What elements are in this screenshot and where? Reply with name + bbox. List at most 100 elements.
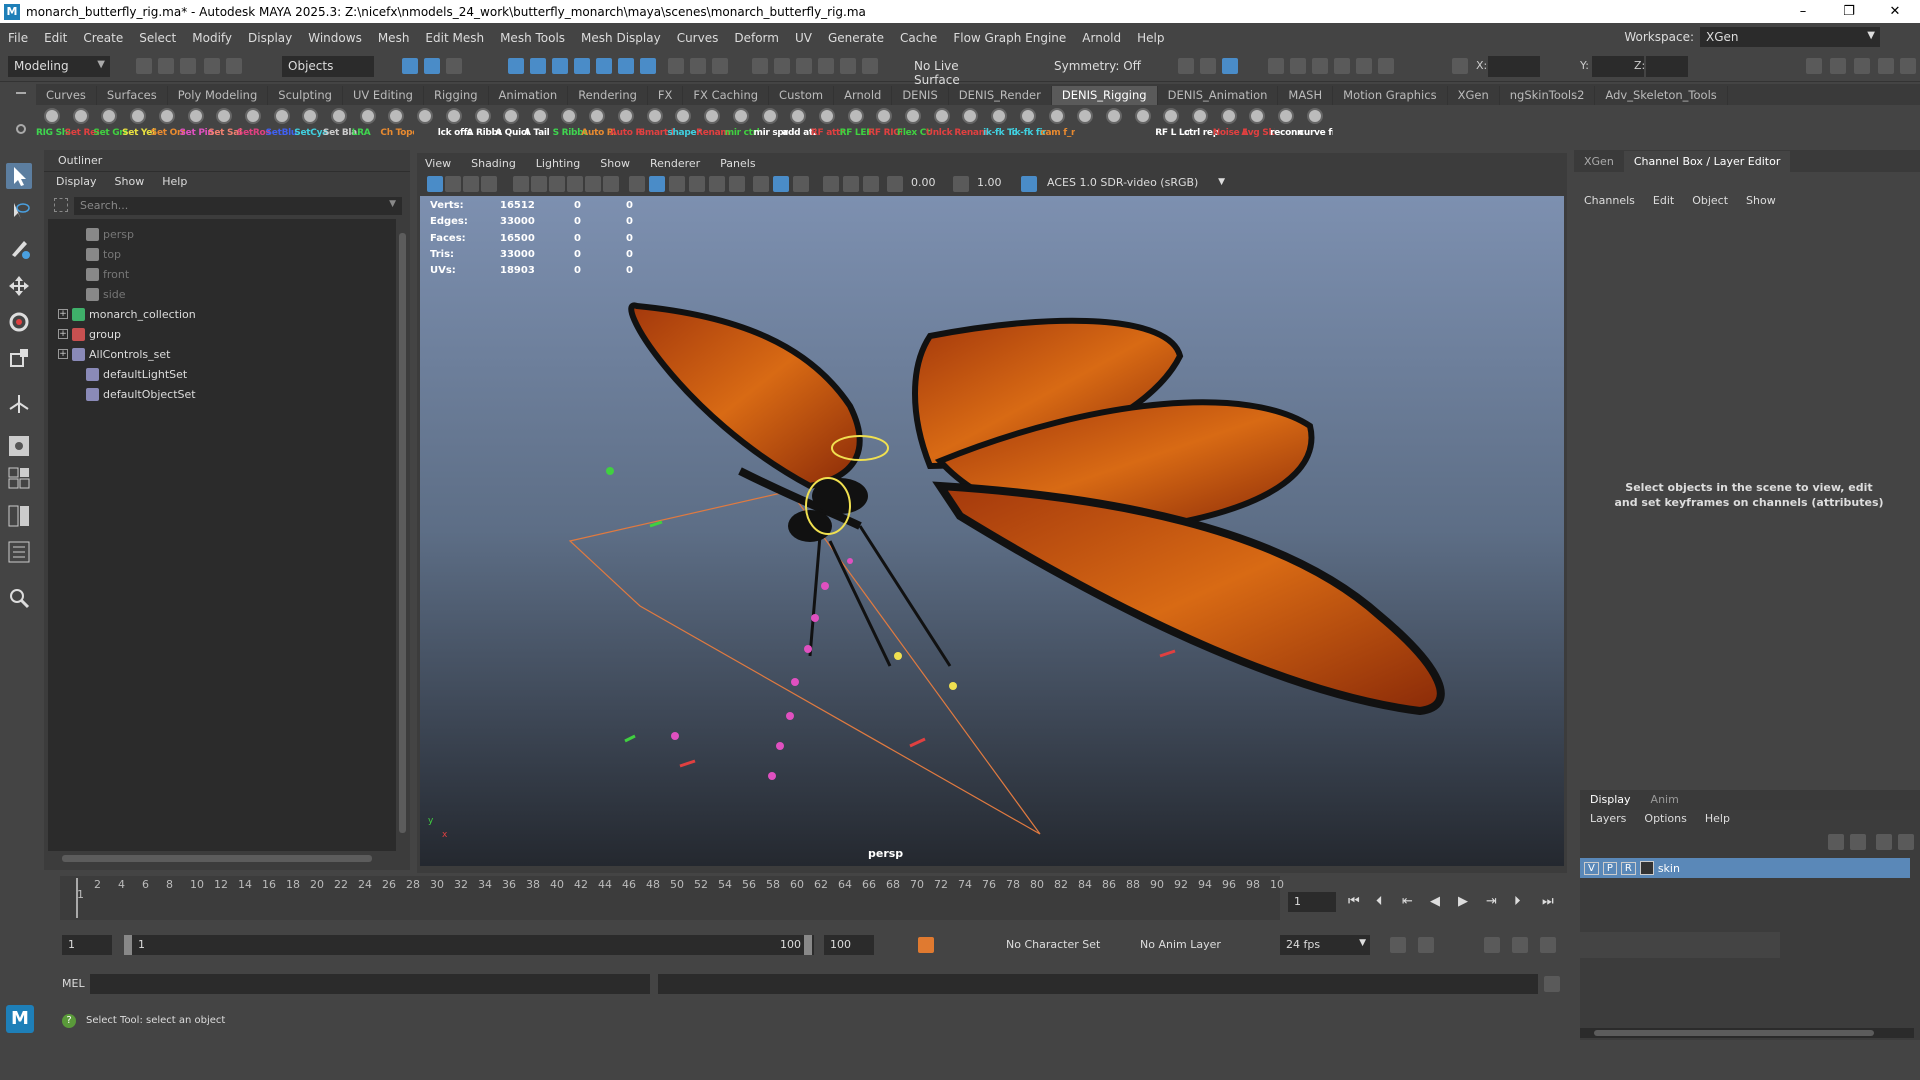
scroll-thumb[interactable] xyxy=(62,855,372,862)
menu-generate[interactable]: Generate xyxy=(828,31,884,45)
close-button[interactable]: ✕ xyxy=(1872,0,1918,23)
shelf-tool-button[interactable] xyxy=(409,107,441,141)
magnet-icon[interactable] xyxy=(752,58,768,74)
lasso-tool-button[interactable] xyxy=(6,199,32,225)
shelf-tool-button[interactable]: cam f_ri xyxy=(1041,107,1075,141)
select-by-component-icon[interactable] xyxy=(446,58,462,74)
anti-aliasing-icon[interactable] xyxy=(843,176,859,192)
live-surface-field[interactable]: No Live Surface xyxy=(908,56,1010,87)
shelf-tool-button[interactable]: Set Bla xyxy=(323,107,357,141)
menu-set-dropdown[interactable]: Modeling ▼ xyxy=(8,56,110,77)
attribute-editor-icon[interactable] xyxy=(1830,58,1846,74)
go-to-end-button[interactable]: ⏭ xyxy=(1542,894,1554,909)
filter-icon[interactable] xyxy=(54,198,68,212)
snap-curve-icon[interactable] xyxy=(530,58,546,74)
viewport-scene[interactable]: Verts: 16512 0 0 Edges: 33000 0 0 Faces: 16500 0 0 T… xyxy=(420,196,1564,866)
shelf-tab-custom[interactable]: Custom xyxy=(769,86,835,105)
selection-mode-dropdown[interactable]: Objects xyxy=(282,56,374,77)
shelf-tool-button[interactable]: Smart Eye RIG xyxy=(639,107,673,141)
time-slider[interactable]: 1 2 4 6 8 10 12 14 16 18 20 22 24 26 28 30 32 34 36 38 40 42 4… xyxy=(60,876,1284,920)
render-view-icon[interactable] xyxy=(1200,58,1216,74)
shelf-tool-button[interactable]: Unlck xyxy=(926,107,958,141)
select-by-object-icon[interactable] xyxy=(424,58,440,74)
render-setup-icon[interactable] xyxy=(1334,58,1350,74)
shelf-tool-button[interactable]: Auto RIG xyxy=(581,107,615,141)
hypershade-icon[interactable] xyxy=(1290,58,1306,74)
transform-constraint-icon[interactable] xyxy=(1452,58,1468,74)
outliner-menu-show[interactable]: Show xyxy=(115,175,145,189)
shelf-tool-button[interactable] xyxy=(1069,107,1101,141)
outliner-search-input[interactable]: Search... ▼ xyxy=(74,197,402,215)
symmetry-dropdown[interactable]: Symmetry: Off xyxy=(1048,56,1156,77)
redo-icon[interactable] xyxy=(226,58,242,74)
layer-playback-toggle[interactable]: P xyxy=(1602,861,1617,875)
exposure-field[interactable]: 0.00 xyxy=(907,175,947,193)
script-editor-icon[interactable] xyxy=(1544,976,1560,992)
use-all-lights-icon[interactable] xyxy=(689,176,705,192)
viewport-menu-view[interactable]: View xyxy=(425,157,451,170)
isolate-select-icon[interactable] xyxy=(773,176,789,192)
snap-pivot-icon[interactable] xyxy=(640,58,656,74)
shelf-tab-denis[interactable]: DENIS xyxy=(892,86,949,105)
ambient-occlusion-icon[interactable] xyxy=(729,176,745,192)
four-view-layout-button[interactable] xyxy=(6,465,32,491)
shelf-tool-button[interactable]: Ch Topc xyxy=(380,107,414,141)
range-end-handle[interactable] xyxy=(804,935,812,955)
snap-vertex-icon[interactable] xyxy=(618,58,634,74)
cache-playback-icon[interactable] xyxy=(1418,937,1434,953)
shelf-tab-rigging[interactable]: Rigging xyxy=(424,86,489,105)
scroll-thumb[interactable] xyxy=(1594,1030,1874,1036)
resolution-gate-icon[interactable] xyxy=(549,176,565,192)
snap-view-plane-icon[interactable] xyxy=(574,58,590,74)
shelf-tool-button[interactable]: Set Yell xyxy=(122,107,156,141)
shelf-tool-button[interactable]: RF LEFT xyxy=(840,107,874,141)
gate-mask-icon[interactable] xyxy=(567,176,583,192)
shelf-tool-button[interactable] xyxy=(1098,107,1130,141)
expand-icon[interactable]: + xyxy=(58,329,68,339)
depth-of-field-icon[interactable] xyxy=(863,176,879,192)
grid-icon[interactable] xyxy=(513,176,529,192)
shelf-tool-button[interactable]: curve fr xyxy=(1299,107,1333,141)
play-forwards-button[interactable]: ▶ xyxy=(1458,894,1468,909)
step-forward-key-button[interactable]: ⇥ xyxy=(1486,894,1497,909)
current-time-indicator[interactable] xyxy=(76,878,78,918)
tab-channel-box[interactable]: Channel Box / Layer Editor xyxy=(1623,150,1791,172)
film-gate-icon[interactable] xyxy=(531,176,547,192)
shelf-tool-button[interactable]: Set Pin xyxy=(180,107,214,141)
shelf-tool-button[interactable]: SetCya xyxy=(294,107,328,141)
lock-icon[interactable] xyxy=(690,58,706,74)
shelf-tool-button[interactable]: ctrl rep xyxy=(1184,107,1218,141)
z-field[interactable] xyxy=(1646,56,1688,77)
script-language-toggle[interactable]: MEL xyxy=(62,977,85,990)
shelf-tool-button[interactable]: Rename xyxy=(696,107,730,141)
layer-menu-help[interactable]: Help xyxy=(1705,812,1730,825)
outliner-item-side[interactable]: side xyxy=(48,285,388,303)
shelf-tool-button[interactable]: Set Ora xyxy=(151,107,185,141)
menu-help[interactable]: Help xyxy=(1137,31,1164,45)
select-by-hierarchy-icon[interactable] xyxy=(402,58,418,74)
x-field[interactable] xyxy=(1488,56,1540,77)
outliner-vertical-scrollbar[interactable] xyxy=(398,219,408,851)
menu-create[interactable]: Create xyxy=(83,31,123,45)
xray-icon[interactable] xyxy=(753,176,769,192)
shelf-tab-surfaces[interactable]: Surfaces xyxy=(97,86,168,105)
outliner-item-group[interactable]: + group xyxy=(48,325,388,343)
exposure-icon[interactable] xyxy=(887,176,903,192)
shelf-tool-button[interactable]: mir ctrl xyxy=(725,107,759,141)
menu-file[interactable]: File xyxy=(8,31,28,45)
new-empty-layer-icon[interactable] xyxy=(1876,834,1892,850)
shelf-tab-mash[interactable]: MASH xyxy=(1278,86,1334,105)
camera-attributes-icon[interactable] xyxy=(445,176,461,192)
snap-grid-icon[interactable] xyxy=(508,58,524,74)
menu-edit-mesh[interactable]: Edit Mesh xyxy=(425,31,484,45)
expand-icon[interactable]: + xyxy=(58,309,68,319)
shelf-tool-button[interactable]: SetRos xyxy=(237,107,271,141)
move-layer-down-icon[interactable] xyxy=(1850,834,1866,850)
channel-menu-show[interactable]: Show xyxy=(1746,194,1776,207)
shelf-tool-button[interactable]: LRA xyxy=(352,107,384,141)
animation-end-field[interactable]: 100 xyxy=(824,935,874,955)
shelf-tool-button[interactable]: Auto RIG xyxy=(610,107,644,141)
outliner-item-defaultlightset[interactable]: defaultLightSet xyxy=(48,365,388,383)
tab-display-layers[interactable]: Display xyxy=(1590,793,1631,807)
step-forward-frame-button[interactable]: ⏵ xyxy=(1514,894,1521,909)
